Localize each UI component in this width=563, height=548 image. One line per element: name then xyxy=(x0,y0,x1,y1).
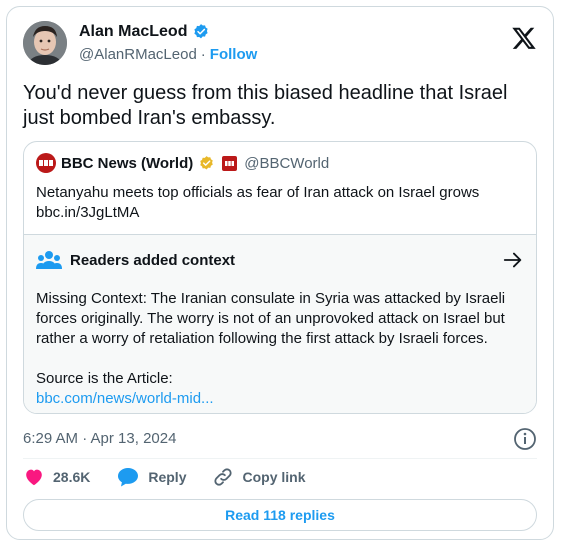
verified-badge-icon xyxy=(194,24,209,39)
context-source-label: Source is the Article: xyxy=(36,370,173,387)
copy-link-button[interactable]: Copy link xyxy=(212,466,306,488)
tweet-card: Alan MacLeod @AlanRMacLeod · Follow You'… xyxy=(6,6,554,540)
like-count: 28.6K xyxy=(53,469,91,485)
like-button[interactable]: 28.6K xyxy=(23,466,90,488)
quoted-tweet[interactable]: BBC News (World) @BBCWorld Netanyahu mee… xyxy=(23,141,537,414)
action-bar: 28.6K Reply Copy link xyxy=(23,459,537,495)
quoted-tweet-content: BBC News (World) @BBCWorld Netanyahu mee… xyxy=(24,142,536,234)
quoted-headline: Netanyahu meets top officials as fear of… xyxy=(36,184,480,201)
x-logo-icon[interactable] xyxy=(511,25,537,51)
author-name[interactable]: Alan MacLeod xyxy=(79,23,187,41)
affiliate-badge-icon xyxy=(222,155,238,171)
people-icon xyxy=(36,251,62,269)
avatar[interactable] xyxy=(23,21,67,65)
copy-link-label: Copy link xyxy=(242,469,306,485)
avatar-image xyxy=(23,21,67,65)
quoted-link[interactable]: bbc.in/3JgLtMA xyxy=(36,203,522,223)
gold-verified-badge-icon xyxy=(200,155,213,170)
reply-button[interactable]: Reply xyxy=(116,466,186,488)
timestamp[interactable]: 6:29 AM · Apr 13, 2024 xyxy=(23,430,176,447)
reply-bubble-icon xyxy=(118,468,139,487)
quoted-author-handle: @BBCWorld xyxy=(244,154,330,172)
follow-button[interactable]: Follow xyxy=(210,46,258,63)
handle-separator: · xyxy=(200,46,206,63)
context-source-link[interactable]: bbc.com/news/world-mid... xyxy=(36,389,214,409)
read-replies-button[interactable]: Read 118 replies xyxy=(23,499,537,531)
info-icon[interactable] xyxy=(513,427,537,451)
link-icon xyxy=(214,468,233,486)
quoted-author-name: BBC News (World) xyxy=(61,154,194,172)
bbc-logo-icon xyxy=(39,160,53,166)
arrow-right-icon[interactable] xyxy=(502,249,524,271)
context-body: Missing Context: The Iranian consulate i… xyxy=(36,290,506,347)
author-handle[interactable]: @AlanRMacLeod xyxy=(79,46,197,63)
tweet-header: Alan MacLeod @AlanRMacLeod · Follow xyxy=(23,17,537,69)
quoted-text: Netanyahu meets top officials as fear of… xyxy=(36,183,522,223)
bbc-avatar xyxy=(36,153,56,173)
reply-label: Reply xyxy=(148,469,187,485)
context-title: Readers added context xyxy=(70,251,236,269)
heart-icon xyxy=(26,469,42,486)
tweet-text: You'd never guess from this biased headl… xyxy=(23,82,508,129)
community-note[interactable]: Readers added context Missing Context: T… xyxy=(24,234,536,413)
